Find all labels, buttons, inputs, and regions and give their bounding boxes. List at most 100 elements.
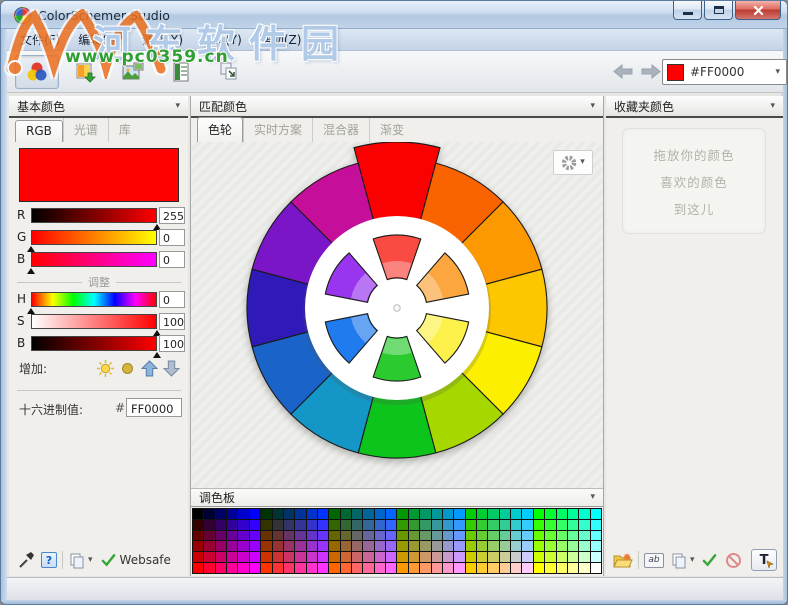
palette-cell[interactable]: [317, 519, 329, 530]
palette-cell[interactable]: [215, 519, 227, 530]
palette-cell[interactable]: [454, 563, 465, 573]
hsb-s-slider[interactable]: [31, 314, 161, 336]
palette-cell[interactable]: [249, 519, 261, 530]
palette-cell[interactable]: [249, 563, 261, 573]
palette-cell[interactable]: [363, 552, 374, 563]
eyedropper-button[interactable]: [17, 549, 35, 571]
toolbar-report-button[interactable]: [159, 55, 203, 89]
palette-cell[interactable]: [408, 519, 420, 530]
palette-cell[interactable]: [386, 563, 397, 573]
palette-cell[interactable]: [420, 541, 431, 552]
palette-cell[interactable]: [261, 509, 272, 519]
palette-cell[interactable]: [545, 541, 556, 552]
palette-cell[interactable]: [261, 541, 272, 552]
palette-cell[interactable]: [442, 541, 454, 552]
palette-cell[interactable]: [454, 552, 465, 563]
menu-item-adjust[interactable]: 调整(X): [133, 29, 193, 50]
palette-cell[interactable]: [567, 541, 579, 552]
palette-cell[interactable]: [329, 530, 340, 541]
palette-cell[interactable]: [420, 509, 431, 519]
palette-cell[interactable]: [556, 519, 567, 530]
palette-cell[interactable]: [215, 509, 227, 519]
palette-cell[interactable]: [579, 509, 590, 519]
toolbar-color-wheel-button[interactable]: [15, 55, 59, 89]
palette-cell[interactable]: [408, 552, 420, 563]
palette-cell[interactable]: [329, 552, 340, 563]
palette-cell[interactable]: [477, 530, 488, 541]
copy-button[interactable]: [68, 549, 85, 571]
palette-cell[interactable]: [408, 530, 420, 541]
palette-cell[interactable]: [533, 519, 545, 530]
hex-value-input[interactable]: FF0000: [126, 398, 182, 417]
rgb-g-track[interactable]: [31, 230, 157, 245]
darken-button[interactable]: [117, 358, 137, 378]
palette-cell[interactable]: [283, 509, 295, 519]
palette-cell[interactable]: [556, 541, 567, 552]
palette-cell[interactable]: [567, 552, 579, 563]
tab-color-wheel[interactable]: 色轮: [197, 117, 244, 142]
copy-button[interactable]: [670, 549, 687, 571]
basic-colors-header[interactable]: 基本颜色 ▾: [9, 96, 188, 118]
desaturate-button[interactable]: [161, 358, 181, 378]
rgb-b-value-input[interactable]: 0: [159, 251, 185, 268]
palette-cell[interactable]: [397, 552, 408, 563]
palette-cell[interactable]: [499, 563, 511, 573]
palette-cell[interactable]: [261, 552, 272, 563]
menu-item-file[interactable]: 文件(F): [11, 29, 69, 50]
maximize-button[interactable]: [704, 1, 733, 20]
palette-cell[interactable]: [204, 519, 215, 530]
palette-header[interactable]: 调色板 ▾: [191, 488, 603, 507]
palette-cell[interactable]: [590, 530, 601, 541]
palette-cell[interactable]: [238, 563, 249, 573]
palette-cell[interactable]: [204, 509, 215, 519]
palette-cell[interactable]: [579, 541, 590, 552]
palette-cell[interactable]: [249, 530, 261, 541]
palette-cell[interactable]: [397, 563, 408, 573]
matching-colors-header[interactable]: 匹配颜色 ▾: [191, 96, 603, 118]
favorites-dropzone[interactable]: 拖放你的颜色 喜欢的颜色 到这儿: [622, 128, 766, 234]
palette-cell[interactable]: [545, 552, 556, 563]
palette-cell[interactable]: [533, 509, 545, 519]
palette-cell[interactable]: [352, 530, 363, 541]
palette-cell[interactable]: [317, 530, 329, 541]
palette-cell[interactable]: [454, 541, 465, 552]
palette-cell[interactable]: [442, 509, 454, 519]
palette-cell[interactable]: [261, 530, 272, 541]
palette-cell[interactable]: [465, 509, 477, 519]
palette-cell[interactable]: [477, 509, 488, 519]
palette-cell[interactable]: [567, 509, 579, 519]
palette-cell[interactable]: [352, 509, 363, 519]
palette-cell[interactable]: [352, 563, 363, 573]
palette-cell[interactable]: [295, 509, 306, 519]
palette-cell[interactable]: [511, 509, 522, 519]
rename-button[interactable]: ab: [644, 549, 664, 571]
palette-cell[interactable]: [363, 509, 374, 519]
palette-cell[interactable]: [386, 519, 397, 530]
toolbar-image-scheme-button[interactable]: [111, 55, 155, 89]
palette-cell[interactable]: [533, 563, 545, 573]
palette-cell[interactable]: [386, 541, 397, 552]
palette-cell[interactable]: [590, 519, 601, 530]
toolbar-palette-export-button[interactable]: [63, 55, 107, 89]
palette-cell[interactable]: [306, 541, 317, 552]
palette-cell[interactable]: [488, 530, 499, 541]
palette-cell[interactable]: [579, 530, 590, 541]
palette-cell[interactable]: [329, 509, 340, 519]
tab-spectrum[interactable]: 光谱: [62, 118, 108, 142]
palette-cell[interactable]: [454, 509, 465, 519]
palette-cell[interactable]: [545, 563, 556, 573]
wheel-options-button[interactable]: ▾: [553, 150, 593, 175]
palette-cell[interactable]: [340, 519, 352, 530]
palette-cell[interactable]: [238, 519, 249, 530]
palette-cell[interactable]: [533, 541, 545, 552]
palette-cell[interactable]: [283, 541, 295, 552]
rgb-r-value-input[interactable]: 255: [159, 207, 185, 224]
palette-cell[interactable]: [261, 519, 272, 530]
palette-cell[interactable]: [431, 530, 442, 541]
palette-cell[interactable]: [317, 541, 329, 552]
palette-cell[interactable]: [590, 509, 601, 519]
palette-cell[interactable]: [204, 541, 215, 552]
palette-cell[interactable]: [488, 552, 499, 563]
palette-cell[interactable]: [499, 530, 511, 541]
palette-cell[interactable]: [590, 552, 601, 563]
